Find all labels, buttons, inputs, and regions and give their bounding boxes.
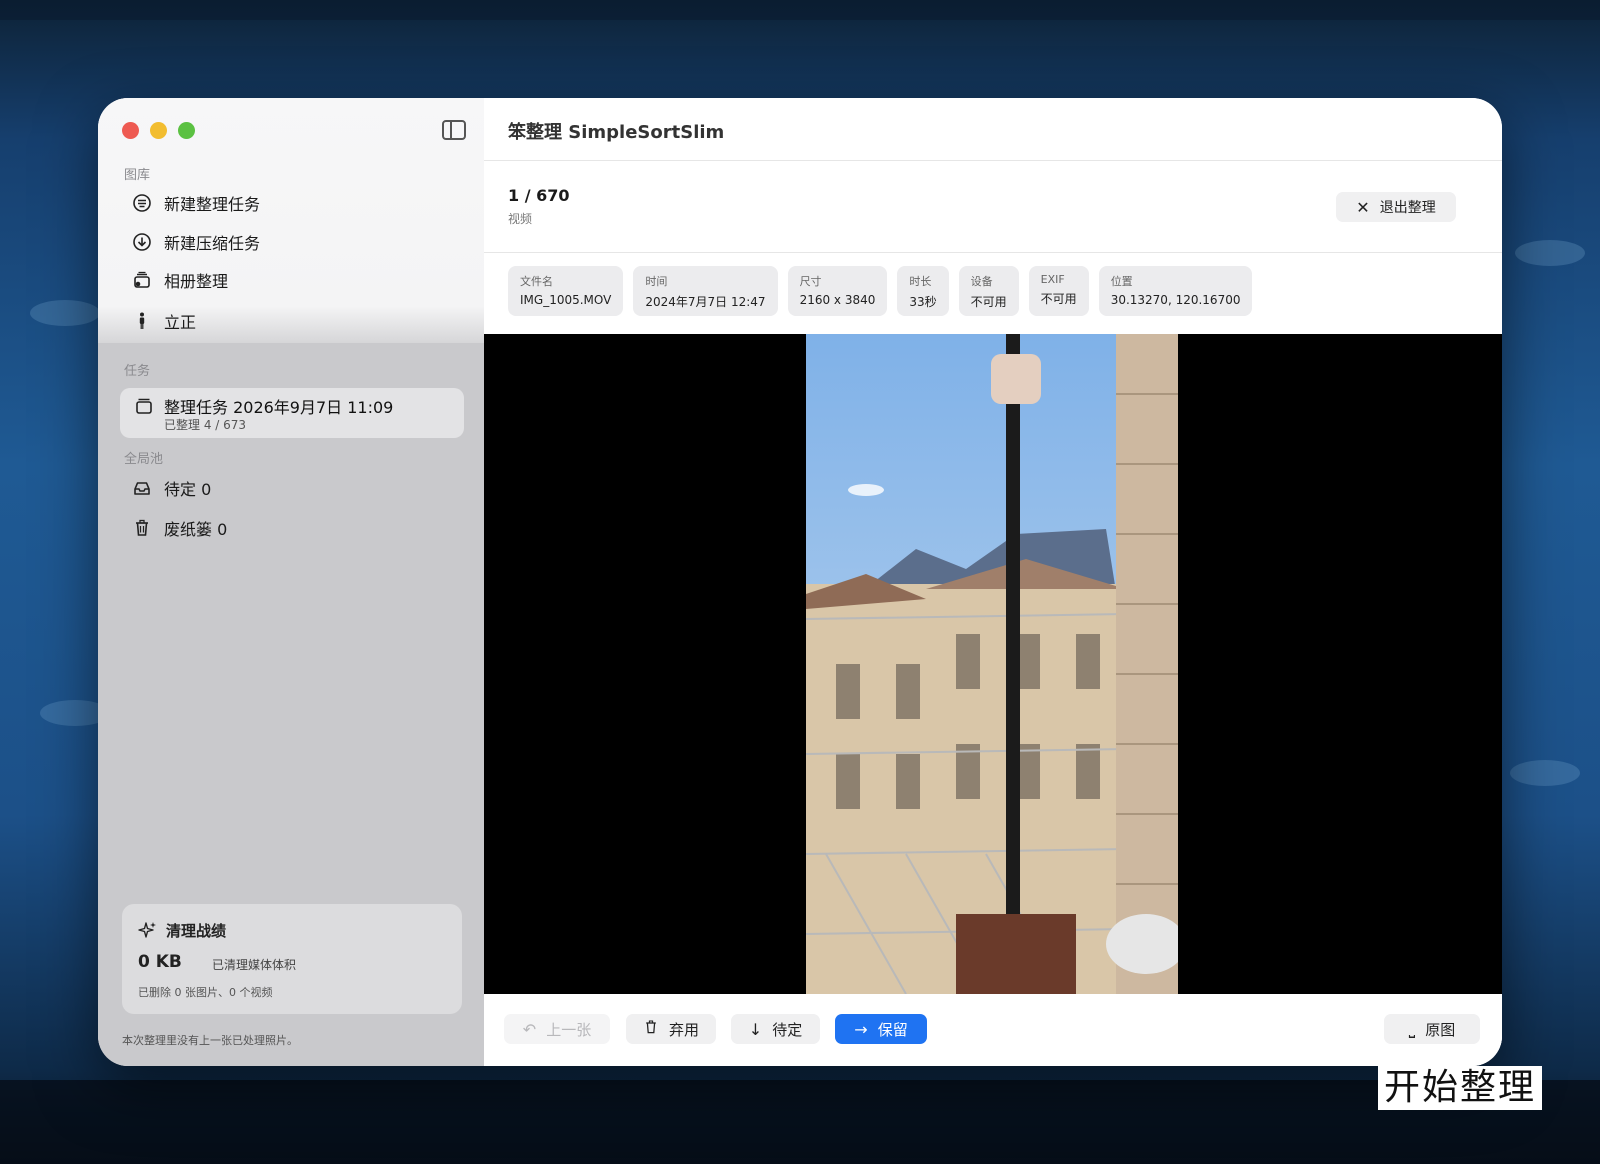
meta-value: 2024年7月7日 12:47 (645, 295, 766, 309)
keep-button[interactable]: → 保留 (835, 1014, 927, 1044)
background-fish (30, 300, 100, 326)
sidebar-footer-hint: 本次整理里没有上一张已处理照片。 (122, 1034, 298, 1047)
discard-label: 弃用 (668, 1020, 699, 1039)
background-fish (1515, 240, 1585, 266)
discard-button[interactable]: 弃用 (626, 1014, 716, 1044)
action-bar: ↶ 上一张 弃用 ↓ 待定 → 保留 ⎵ 原图 (484, 994, 1502, 1066)
meta-chip-time: 时间 2024年7月7日 12:47 (633, 266, 778, 316)
sidebar-item-stand[interactable]: 立正 (132, 306, 196, 336)
background-floor (0, 1080, 1600, 1164)
app-title: 笨整理 SimpleSortSlim (508, 122, 725, 143)
sidebar-item-pending[interactable]: 待定 0 (132, 473, 211, 503)
meta-chip-duration: 时长 33秒 (897, 266, 949, 316)
person-standing-icon (132, 311, 152, 331)
exit-sort-label: 退出整理 (1379, 200, 1436, 216)
undo-arrow-icon: ↶ (522, 1019, 537, 1039)
meta-chip-dimensions: 尺寸 2160 x 3840 (787, 266, 888, 316)
meta-value: IMG_1005.MOV (520, 293, 612, 307)
space-key-icon: ⎵ (1408, 1019, 1416, 1038)
task-progress: 已整理 4 / 673 (164, 418, 247, 432)
stats-deleted-detail: 已删除 0 张图片、0 个视频 (138, 986, 273, 999)
meta-value: 2160 x 3840 (799, 293, 876, 307)
meta-label: EXIF (1040, 273, 1065, 286)
section-library: 图库 (124, 168, 151, 183)
pending-label: 待定 (772, 1020, 803, 1039)
meta-chip-location: 位置 30.13270, 120.16700 (1098, 266, 1253, 316)
sidebar-item-label: 新建整理任务 (164, 195, 261, 214)
background-edge (0, 0, 1600, 20)
sidebar-toggle-icon[interactable] (442, 120, 466, 140)
trash-icon (643, 1019, 659, 1039)
background-fish (1510, 760, 1580, 786)
task-title: 整理任务 2026年9月7日 11:09 (164, 398, 394, 417)
sidebar-item-new-compress-task[interactable]: 新建压缩任务 (132, 227, 260, 257)
meta-value: 33秒 (909, 295, 937, 309)
header-divider (484, 160, 1502, 161)
close-window-button[interactable] (122, 122, 139, 139)
sidebar-item-label: 新建压缩任务 (164, 234, 261, 253)
sidebar-item-task[interactable]: 整理任务 2026年9月7日 11:09 已整理 4 / 673 (120, 388, 464, 438)
sidebar-item-new-sort-task[interactable]: 新建整理任务 (132, 188, 260, 218)
video-frame-image (806, 334, 1178, 994)
exit-sort-button[interactable]: ✕ 退出整理 (1336, 192, 1456, 222)
meta-label: 时长 (909, 275, 932, 288)
arrow-right-icon: → (854, 1019, 868, 1039)
sidebar-item-label: 立正 (164, 313, 197, 332)
meta-value: 不可用 (1040, 292, 1077, 306)
media-type-label: 视频 (508, 212, 533, 226)
meta-chip-exif: EXIF 不可用 (1028, 266, 1089, 316)
sidebar: 图库 新建整理任务 新建压缩任务 相册整理 立正 任务 整理任务 2026年9月… (98, 98, 484, 1066)
close-icon: ✕ (1356, 197, 1370, 217)
pending-button[interactable]: ↓ 待定 (731, 1014, 820, 1044)
keep-label: 保留 (877, 1020, 908, 1039)
previous-button[interactable]: ↶ 上一张 (504, 1014, 610, 1044)
meta-label: 文件名 (520, 275, 553, 288)
albums-icon (132, 270, 152, 290)
sidebar-item-label: 废纸篓 0 (164, 520, 228, 539)
section-tasks: 任务 (124, 364, 151, 379)
item-counter: 1 / 670 (508, 186, 570, 205)
sidebar-item-trash[interactable]: 废纸篓 0 (132, 513, 227, 543)
meta-label: 位置 (1110, 275, 1133, 288)
original-label: 原图 (1425, 1020, 1456, 1039)
caption-overlay: 开始整理 (1378, 1066, 1543, 1110)
download-circle-icon (132, 232, 152, 252)
tray-icon (132, 478, 152, 498)
original-image-button[interactable]: ⎵ 原图 (1384, 1014, 1480, 1044)
sidebar-item-album-sort[interactable]: 相册整理 (132, 265, 228, 295)
arrow-down-icon: ↓ (748, 1019, 763, 1039)
video-frame (806, 334, 1178, 994)
meta-chip-device: 设备 不可用 (958, 266, 1019, 316)
meta-label: 时间 (645, 275, 668, 288)
sidebar-item-label: 待定 0 (164, 480, 212, 499)
stats-cleaned-size-label: 已清理媒体体积 (212, 958, 297, 972)
metadata-row: 文件名 IMG_1005.MOV 时间 2024年7月7日 12:47 尺寸 2… (508, 266, 1253, 316)
media-preview[interactable] (484, 334, 1502, 994)
previous-label: 上一张 (546, 1020, 592, 1039)
list-circle-icon (132, 193, 152, 213)
meta-chip-filename: 文件名 IMG_1005.MOV (508, 266, 624, 316)
archive-box-icon (134, 396, 154, 416)
stats-title: 清理战绩 (166, 922, 227, 940)
info-divider (484, 252, 1502, 253)
meta-value: 不可用 (970, 295, 1007, 309)
trash-icon (132, 518, 152, 538)
zoom-window-button[interactable] (178, 122, 195, 139)
meta-label: 尺寸 (799, 275, 822, 288)
main-panel: 笨整理 SimpleSortSlim 1 / 670 视频 ✕ 退出整理 文件名… (484, 98, 1502, 1066)
section-global-pool: 全局池 (124, 452, 164, 467)
meta-value: 30.13270, 120.16700 (1110, 293, 1241, 307)
app-window: 图库 新建整理任务 新建压缩任务 相册整理 立正 任务 整理任务 2026年9月… (98, 98, 1502, 1066)
meta-label: 设备 (970, 275, 993, 288)
sidebar-item-label: 相册整理 (164, 272, 229, 291)
minimize-window-button[interactable] (150, 122, 167, 139)
stats-cleaned-size: 0 KB (138, 952, 182, 972)
sparkles-icon (138, 920, 158, 940)
cleanup-stats-card: 清理战绩 0 KB 已清理媒体体积 已删除 0 张图片、0 个视频 (122, 904, 462, 1014)
